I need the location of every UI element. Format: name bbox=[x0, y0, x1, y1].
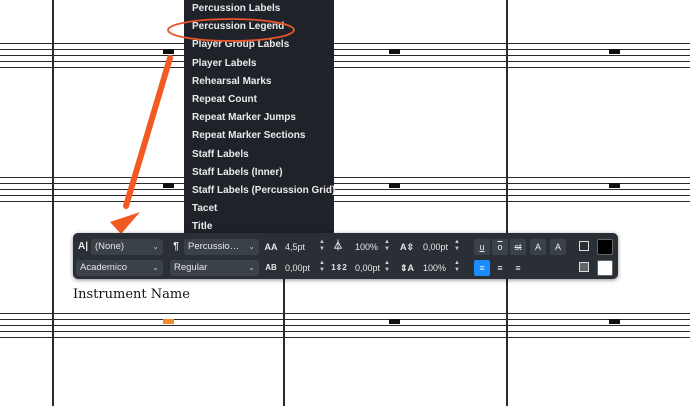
align-right-button[interactable]: ≡ bbox=[510, 260, 526, 276]
annotation-overlay bbox=[110, 18, 295, 234]
width-scale-value[interactable]: 100% bbox=[355, 242, 378, 252]
line-spacing-icon: 1⇳2 bbox=[331, 263, 347, 272]
align-right-icon: ≡ bbox=[515, 263, 521, 273]
character-style-value: (None) bbox=[95, 241, 125, 252]
paragraph-style-select[interactable]: Percussio… ⌄ bbox=[184, 239, 259, 255]
align-center-icon: ≡ bbox=[497, 263, 503, 273]
align-left-button[interactable]: ≡ bbox=[474, 260, 490, 276]
align-center-button[interactable]: ≡ bbox=[492, 260, 508, 276]
width-scale-icon: ⏃ bbox=[333, 241, 343, 252]
superscript-button[interactable]: A bbox=[530, 239, 546, 255]
baseline-offset-stepper[interactable]: ▲ ▼ bbox=[453, 239, 461, 255]
font-family-value: Academico bbox=[80, 262, 127, 273]
underline-button[interactable]: u bbox=[474, 239, 490, 255]
line-spacing-value[interactable]: 0,00pt bbox=[355, 263, 380, 273]
text-formatting-toolbar: A| (None) ⌄ ¶ Percussio… ⌄ AA 4,5pt ▲ ▼ ⏃… bbox=[73, 233, 618, 279]
font-style-value: Regular bbox=[174, 262, 208, 273]
height-scale-icon: ⇕A bbox=[399, 263, 415, 273]
font-style-select[interactable]: Regular ⌄ bbox=[170, 260, 259, 276]
char-spacing-value[interactable]: 0,00pt bbox=[285, 263, 310, 273]
height-scale-stepper[interactable]: ▲ ▼ bbox=[453, 260, 461, 276]
character-style-select[interactable]: (None) ⌄ bbox=[91, 239, 163, 255]
paragraph-style-icon: ¶ bbox=[173, 241, 179, 252]
text-color-button[interactable] bbox=[577, 239, 593, 255]
char-spacing-icon: AB bbox=[265, 263, 277, 272]
height-scale-value[interactable]: 100% bbox=[423, 263, 446, 273]
background-color-button[interactable] bbox=[577, 260, 593, 276]
font-size-value[interactable]: 4,5pt bbox=[285, 242, 305, 252]
font-size-icon: AA bbox=[264, 242, 278, 252]
paragraph-style-value: Percussio… bbox=[188, 241, 240, 252]
arrow-head bbox=[110, 212, 140, 234]
arrow-shaft bbox=[123, 55, 173, 209]
background-color-icon bbox=[579, 262, 589, 272]
align-left-icon: ≡ bbox=[479, 263, 485, 273]
overline-button[interactable]: o bbox=[492, 239, 508, 255]
text-color-swatch[interactable] bbox=[597, 239, 613, 255]
character-style-icon: A| bbox=[77, 241, 89, 252]
chevron-down-icon: ⌄ bbox=[248, 242, 255, 251]
text-color-icon bbox=[579, 241, 589, 251]
chevron-down-icon: ⌄ bbox=[152, 242, 159, 251]
font-family-select[interactable]: Academico ⌄ bbox=[76, 260, 163, 276]
chevron-down-icon: ⌄ bbox=[152, 263, 159, 272]
background-color-swatch[interactable] bbox=[597, 260, 613, 276]
highlight-circle bbox=[167, 18, 295, 42]
subscript-button[interactable]: A bbox=[550, 239, 566, 255]
font-size-stepper[interactable]: ▲ ▼ bbox=[318, 239, 326, 255]
width-scale-stepper[interactable]: ▲ ▼ bbox=[383, 239, 391, 255]
baseline-offset-value[interactable]: 0,00pt bbox=[423, 242, 448, 252]
baseline-offset-icon: A⇳ bbox=[399, 242, 415, 252]
char-spacing-stepper[interactable]: ▲ ▼ bbox=[318, 260, 326, 276]
strikethrough-button[interactable]: st bbox=[510, 239, 526, 255]
chevron-down-icon: ⌄ bbox=[248, 263, 255, 272]
line-spacing-stepper[interactable]: ▲ ▼ bbox=[383, 260, 391, 276]
